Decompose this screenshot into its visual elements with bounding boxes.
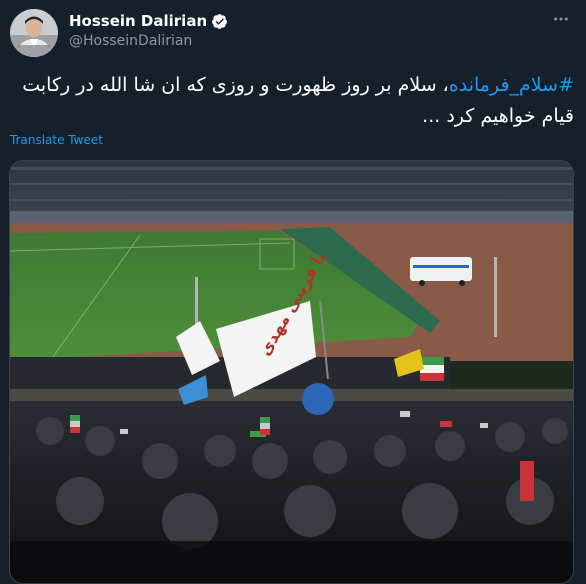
stadium-photo: یا فریبی مهدی xyxy=(10,161,573,583)
avatar[interactable] xyxy=(10,9,58,57)
translate-tweet-link[interactable]: Translate Tweet xyxy=(10,133,103,147)
author-handle[interactable]: @HosseinDalirian xyxy=(69,33,192,49)
avatar-image xyxy=(10,9,58,57)
more-horizontal-icon[interactable] xyxy=(548,6,574,32)
tweet-media-photo[interactable]: یا فریبی مهدی xyxy=(9,160,574,584)
hashtag-link[interactable]: #سلام_فرمانده xyxy=(449,74,574,96)
display-name[interactable]: Hossein Dalirian xyxy=(69,12,207,30)
tweet-text: #سلام_فرمانده، سلام بر روز ظهورت و روزی … xyxy=(14,70,574,132)
author-name-row[interactable]: Hossein Dalirian xyxy=(69,12,228,30)
verified-badge-icon xyxy=(211,13,228,30)
tweet-card: Hossein Dalirian @HosseinDalirian #سلام_… xyxy=(0,0,586,584)
